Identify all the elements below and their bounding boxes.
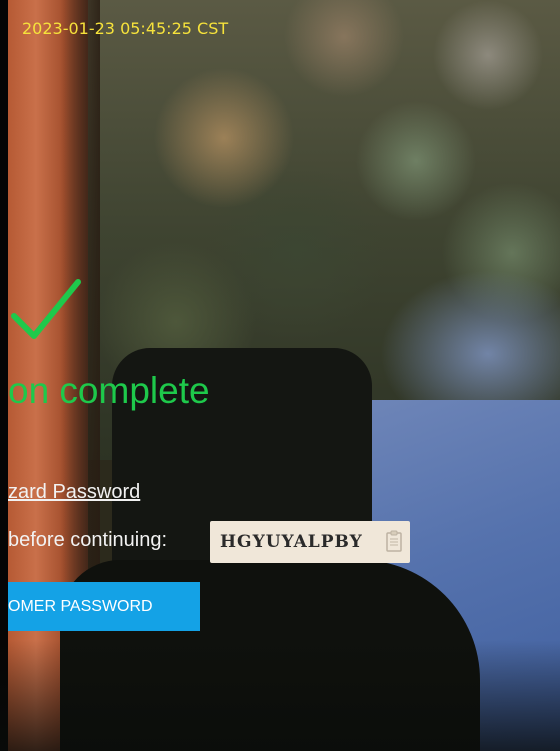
check-icon [11,279,81,339]
clipboard-icon[interactable] [386,530,402,552]
bottom-shade [0,640,560,751]
instruction-text: before continuing: [8,529,168,551]
left-edge-band [0,0,8,751]
password-button[interactable]: OMER PASSWORD [8,582,200,631]
password-link[interactable]: zard Password [8,480,140,504]
status-title: on complete [8,370,210,411]
password-code: HGYUYALPBY [220,532,363,552]
timestamp-overlay: 2023-01-23 05:45:25 CST [22,19,229,38]
code-box: HGYUYALPBY [210,521,410,563]
sky-patch [380,270,560,410]
photo: 2023-01-23 05:45:25 CST on complete zard… [0,0,560,751]
